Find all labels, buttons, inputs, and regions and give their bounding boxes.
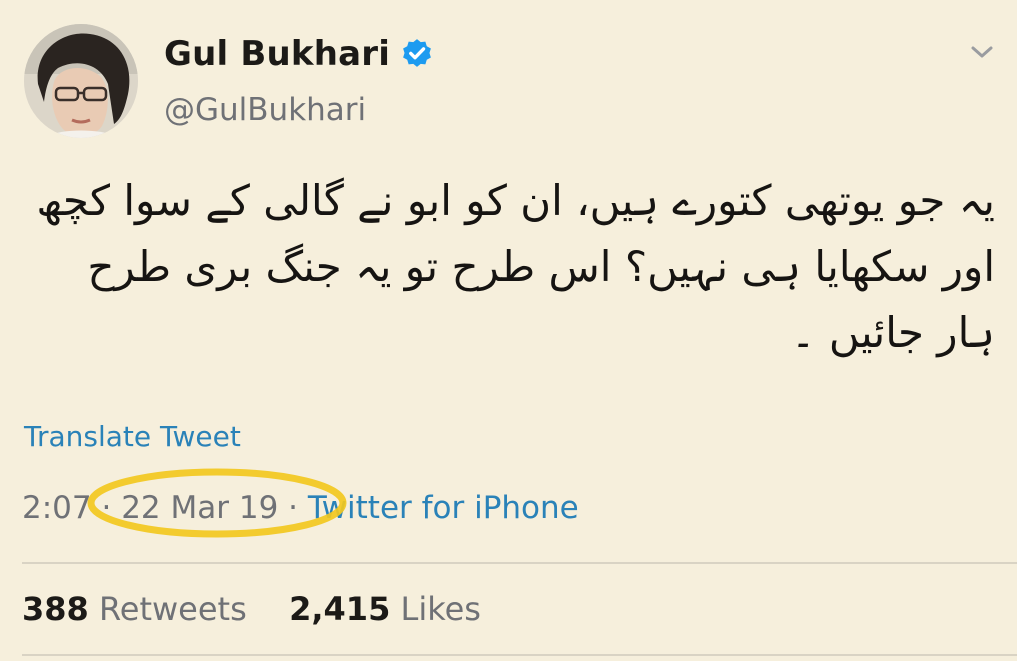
likes-count: 2,415	[289, 590, 391, 628]
tweet-source-link[interactable]: Twitter for iPhone	[308, 490, 579, 526]
avatar[interactable]	[24, 24, 138, 138]
likes-stat[interactable]: 2,415 Likes	[289, 590, 481, 628]
tweet-metadata: 2:07 · 22 Mar 19 · Twitter for iPhone	[22, 490, 579, 526]
tweet-text: یہ جو یوتھی کتورے ہیں، ان کو ابو نے گالی…	[36, 176, 995, 357]
display-name-text[interactable]: Gul Bukhari	[164, 34, 390, 74]
stats-divider-top	[22, 562, 1017, 564]
retweets-count: 388	[22, 590, 89, 628]
avatar-image	[24, 24, 138, 138]
verified-badge-icon	[403, 39, 431, 67]
retweets-label: Retweets	[98, 590, 247, 628]
stats-divider-bottom	[22, 654, 1017, 656]
translate-tweet-link[interactable]: Translate Tweet	[24, 420, 241, 453]
retweets-stat[interactable]: 388 Retweets	[22, 590, 257, 628]
tweet-stats: 388 Retweets 2,415 Likes	[22, 590, 481, 628]
chevron-down-icon[interactable]	[967, 40, 997, 64]
tweet-date[interactable]: 22 Mar 19	[121, 490, 278, 526]
display-name[interactable]: Gul Bukhari	[164, 34, 434, 74]
meta-separator: ·	[288, 490, 299, 526]
user-handle[interactable]: @GulBukhari	[164, 92, 366, 128]
tweet-card: Gul Bukhari @GulBukhari یہ جو یوتھی کتور…	[0, 0, 1017, 661]
meta-separator: ·	[101, 490, 112, 526]
likes-label: Likes	[400, 590, 481, 628]
tweet-time[interactable]: 2:07	[22, 490, 92, 526]
